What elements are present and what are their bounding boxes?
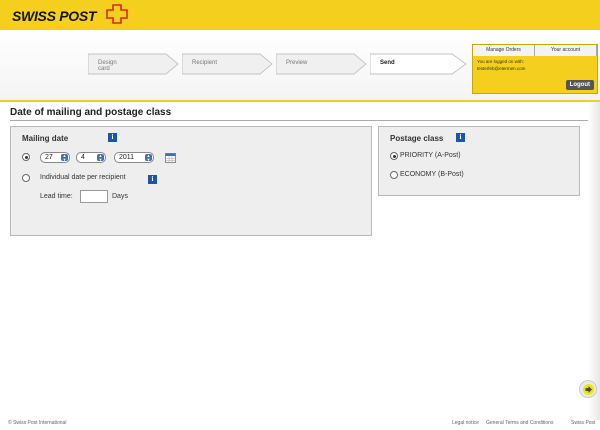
year-select[interactable]: 2011 ▲ ▼ [114,152,154,163]
economy-radio[interactable] [390,171,398,179]
select-arrows-icon: ▲ ▼ [61,153,68,162]
next-button[interactable] [579,380,597,398]
individual-date-radio[interactable] [22,174,30,182]
info-icon[interactable]: i [456,133,465,142]
individual-date-label: Individual date per recipient [40,174,126,181]
account-tabs: Manage Orders Your account [473,45,597,56]
footer-link-terms[interactable]: General Terms and Conditions [486,420,553,426]
economy-label[interactable]: ECONOMY (B-Post) [400,171,464,178]
logged-in-label: You are logged on with: [477,59,524,64]
info-icon[interactable]: i [108,133,117,142]
account-email: testerfeb@etermen.com [477,66,526,71]
step-label: Design card [98,60,117,72]
logout-button[interactable]: Logout [565,80,594,90]
days-label: Days [112,193,128,200]
swiss-post-logo: SWISS POST [12,8,97,24]
footer-link-legal[interactable]: Legal notice [452,420,479,426]
year-value: 2011 [119,154,135,161]
select-arrows-icon: ▲ ▼ [145,153,152,162]
page-title: Date of mailing and postage class [10,107,172,118]
title-divider [10,120,590,121]
day-value: 27 [45,154,53,161]
top-bar: SWISS POST [0,0,600,30]
arrow-right-icon [583,384,594,395]
mailing-date-title: Mailing date [22,134,69,143]
step-label: Send [380,60,395,66]
account-box: Manage Orders Your account You are logge… [472,44,598,94]
priority-label[interactable]: PRIORITY (A-Post) [400,152,461,159]
day-select[interactable]: 27 ▲ ▼ [40,152,70,163]
step-label: Preview [286,60,308,66]
right-edge-shade [588,102,600,420]
footer-copyright: © Swiss Post International [8,420,67,426]
select-arrows-icon: ▲ ▼ [97,153,104,162]
info-icon[interactable]: i [148,175,157,184]
priority-radio[interactable] [390,152,398,160]
calendar-icon[interactable] [165,153,176,163]
swiss-cross-icon [106,4,128,24]
tab-your-account[interactable]: Your account [535,45,597,56]
specific-date-radio[interactable] [22,153,30,161]
month-value: 4 [81,154,85,161]
month-select[interactable]: 4 ▲ ▼ [76,152,106,163]
lead-time-input[interactable] [80,190,108,203]
footer-link-swiss-post[interactable]: Swiss Post [571,420,595,426]
tab-manage-orders[interactable]: Manage Orders [473,45,535,56]
postage-class-title: Postage class [390,134,444,143]
step-label: Recipient [192,60,218,66]
lead-time-label: Lead time: [40,193,73,200]
